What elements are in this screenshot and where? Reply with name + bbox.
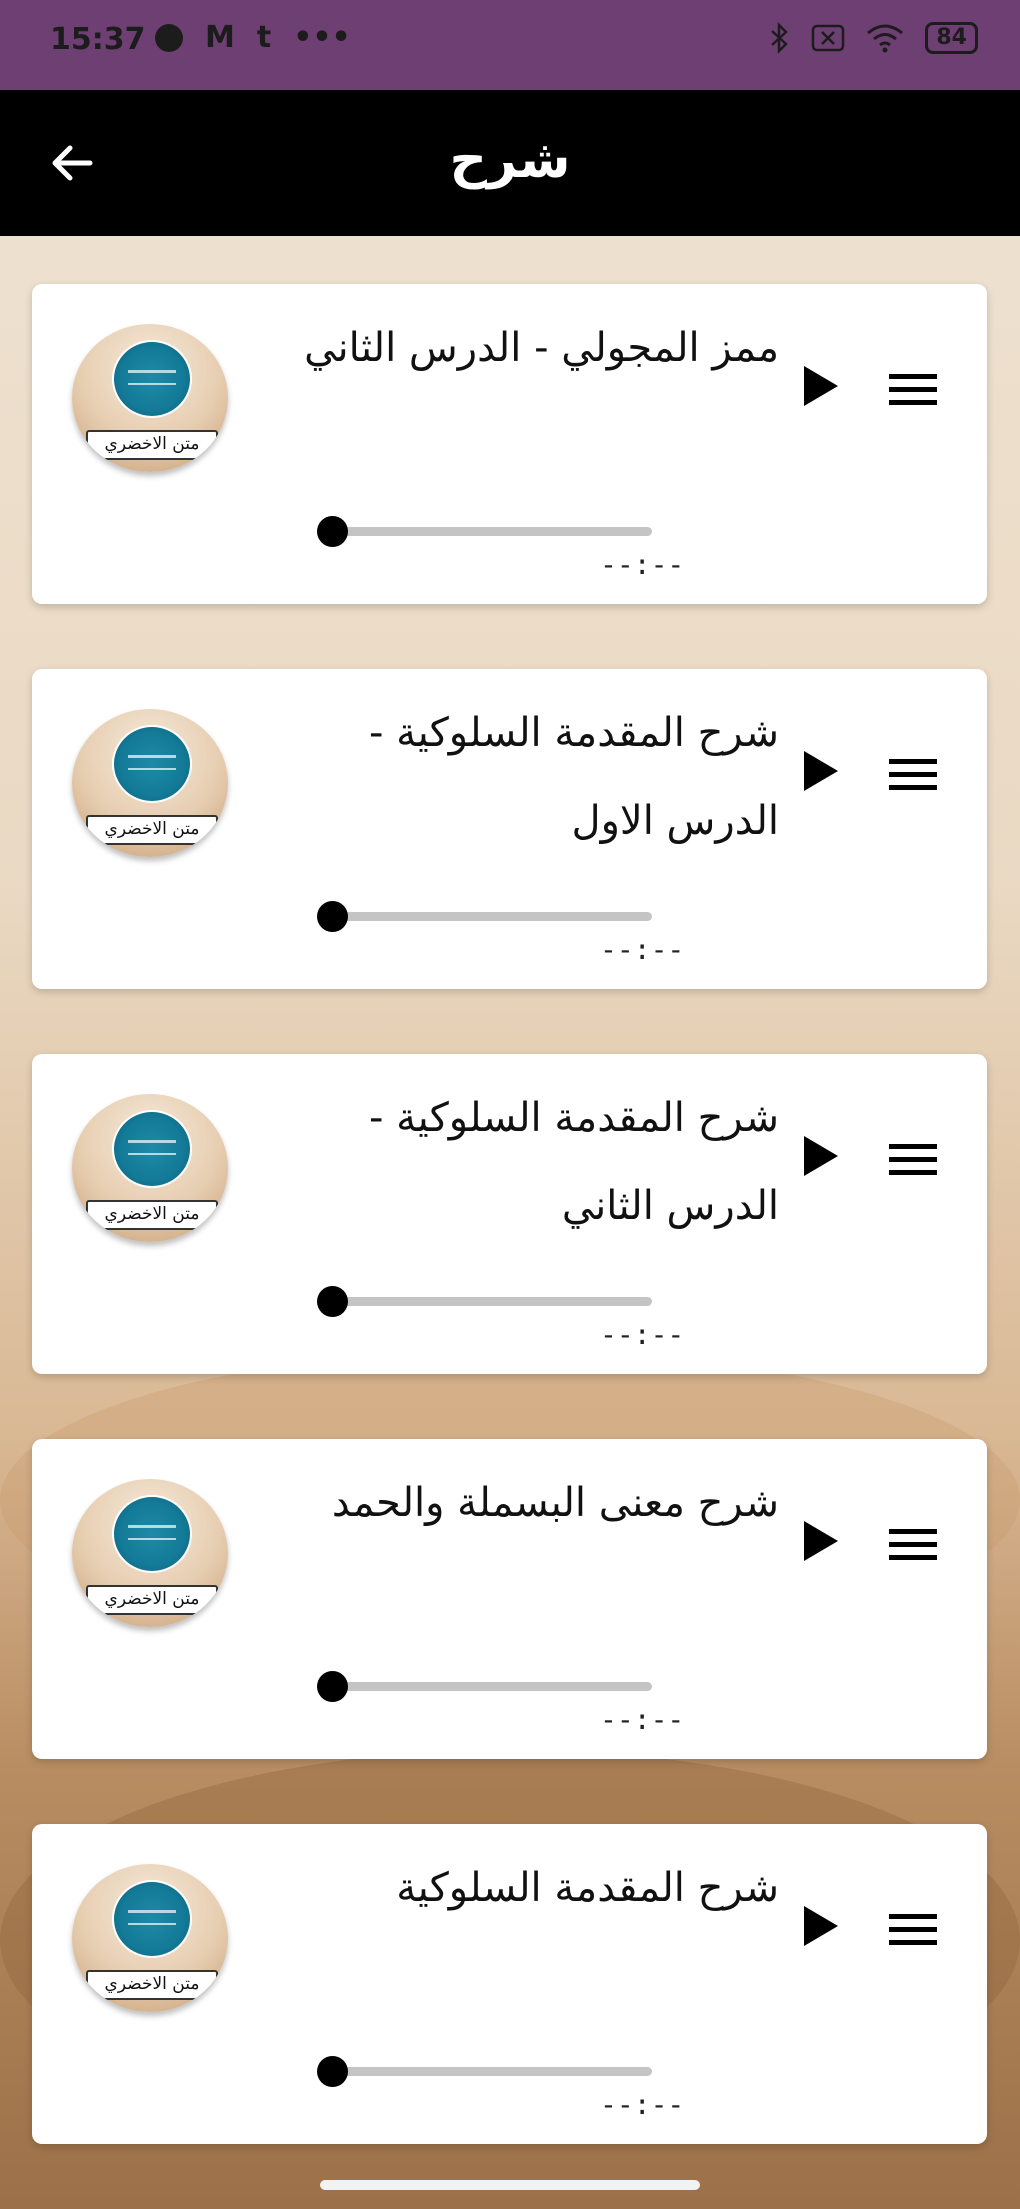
app-bar: شرح <box>0 90 1020 236</box>
menu-icon[interactable] <box>887 755 939 795</box>
m-icon: M <box>205 20 235 55</box>
audio-card[interactable]: متن الاخضري شرح المقدمة السلوكية - الدرس… <box>32 1054 987 1374</box>
progress-slider-thumb[interactable] <box>317 901 348 932</box>
menu-icon[interactable] <box>887 370 939 410</box>
book-emblem-icon <box>112 1495 192 1573</box>
progress-slider-thumb[interactable] <box>317 1671 348 1702</box>
book-emblem-icon <box>112 1880 192 1958</box>
book-emblem-icon <box>112 725 192 803</box>
progress-slider-track[interactable] <box>332 2067 652 2076</box>
status-bar: 15:37 M t ••• 84 <box>0 0 1020 90</box>
progress-slider-track[interactable] <box>332 912 652 921</box>
book-badge-label: متن الاخضري <box>86 1200 218 1230</box>
book-emblem-icon <box>112 340 192 418</box>
menu-icon[interactable] <box>887 1910 939 1950</box>
no-sim-icon <box>812 24 845 52</box>
progress-slider-track[interactable] <box>332 1682 652 1691</box>
book-cover-avatar: متن الاخضري <box>72 1479 228 1627</box>
book-badge-label: متن الاخضري <box>86 815 218 845</box>
play-icon[interactable] <box>800 1517 842 1565</box>
page-title: شرح <box>449 130 571 190</box>
status-time: 15:37 <box>50 22 146 57</box>
menu-icon[interactable] <box>887 1525 939 1565</box>
wifi-icon <box>867 24 904 53</box>
book-cover-avatar: متن الاخضري <box>72 324 228 472</box>
lesson-title: شرح المقدمة السلوكية <box>396 1865 779 1911</box>
time-label: --:-- <box>600 2088 685 2121</box>
progress-slider-thumb[interactable] <box>317 516 348 547</box>
book-badge-label: متن الاخضري <box>86 430 218 460</box>
status-system-icons: 84 <box>769 22 978 54</box>
status-notification-icons: M t ••• <box>155 20 351 55</box>
lesson-title: شرح المقدمة السلوكية - الدرس الثاني <box>369 1095 779 1229</box>
progress-slider-thumb[interactable] <box>317 2056 348 2087</box>
play-icon[interactable] <box>800 1902 842 1950</box>
opera-icon <box>155 23 183 52</box>
progress-slider-track[interactable] <box>332 1297 652 1306</box>
home-indicator[interactable] <box>320 2180 700 2190</box>
play-icon[interactable] <box>800 362 842 410</box>
audio-card[interactable]: متن الاخضري ممز المجولي - الدرس الثاني -… <box>32 284 987 604</box>
audio-card[interactable]: متن الاخضري شرح المقدمة السلوكية - الدرس… <box>32 669 987 989</box>
book-badge-label: متن الاخضري <box>86 1970 218 2000</box>
lesson-title: شرح معنى البسملة والحمد <box>331 1480 779 1526</box>
time-label: --:-- <box>600 933 685 966</box>
book-cover-avatar: متن الاخضري <box>72 1094 228 1242</box>
more-dots-icon: ••• <box>293 20 351 55</box>
time-label: --:-- <box>600 548 685 581</box>
battery-icon: 84 <box>925 22 978 54</box>
book-cover-avatar: متن الاخضري <box>72 1864 228 2012</box>
bluetooth-icon <box>771 22 789 54</box>
play-icon[interactable] <box>800 1132 842 1180</box>
time-label: --:-- <box>600 1318 685 1351</box>
play-icon[interactable] <box>800 747 842 795</box>
time-label: --:-- <box>600 1703 685 1736</box>
menu-icon[interactable] <box>887 1140 939 1180</box>
t-icon: t <box>256 20 272 55</box>
audio-card[interactable]: متن الاخضري شرح المقدمة السلوكية --:-- <box>32 1824 987 2144</box>
book-cover-avatar: متن الاخضري <box>72 709 228 857</box>
book-emblem-icon <box>112 1110 192 1188</box>
lesson-title: ممز المجولي - الدرس الثاني <box>304 325 779 371</box>
progress-slider-thumb[interactable] <box>317 1286 348 1317</box>
book-badge-label: متن الاخضري <box>86 1585 218 1615</box>
lesson-title: شرح المقدمة السلوكية - الدرس الاول <box>369 710 779 844</box>
audio-card[interactable]: متن الاخضري شرح معنى البسملة والحمد --:-… <box>32 1439 987 1759</box>
progress-slider-track[interactable] <box>332 527 652 536</box>
